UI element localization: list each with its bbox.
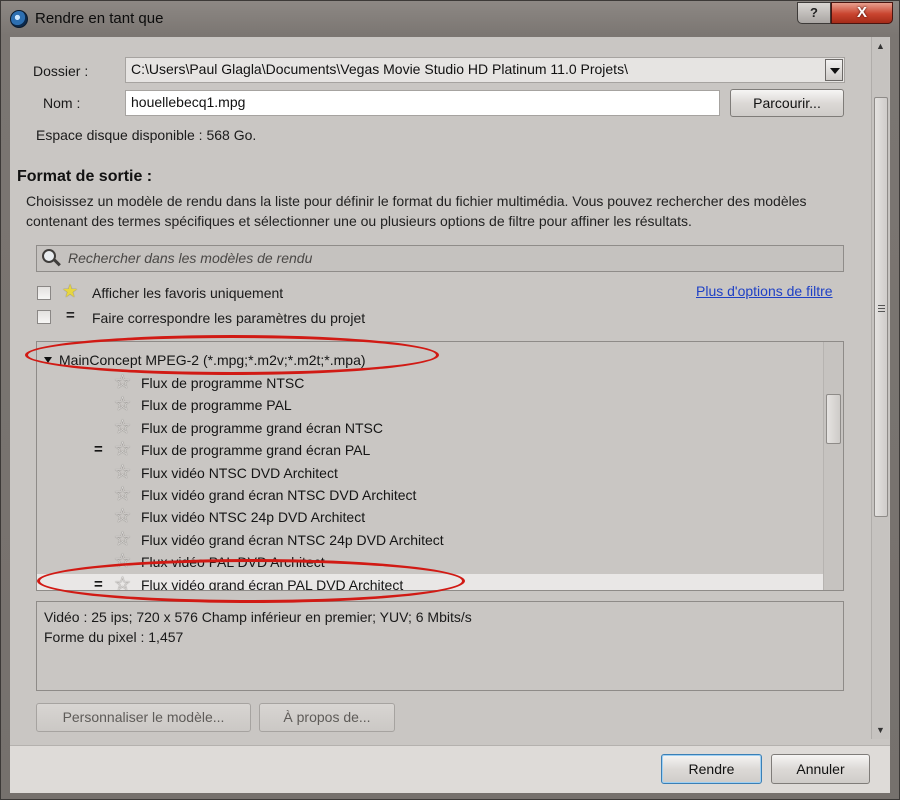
equals-icon: = xyxy=(66,307,75,324)
tree-item-label: Flux de programme grand écran NTSC xyxy=(141,419,383,436)
chevron-down-icon xyxy=(830,68,840,74)
template-details-panel: Vidéo : 25 ips; 720 x 576 Champ inférieu… xyxy=(36,601,844,691)
tree-item-label: Flux vidéo grand écran NTSC DVD Architec… xyxy=(141,487,417,503)
tree-scroll-thumb[interactable] xyxy=(826,394,841,444)
tree-item[interactable]: ☆ Flux de programme grand écran NTSC xyxy=(37,417,823,439)
button-bar: Rendre Annuler xyxy=(10,745,890,793)
details-video-line: Vidéo : 25 ips; 720 x 576 Champ inférieu… xyxy=(44,609,472,625)
tree-item[interactable]: ☆ Flux vidéo grand écran NTSC DVD Archite… xyxy=(37,484,823,506)
output-format-title: Format de sortie : xyxy=(17,168,153,185)
output-format-description: Choisissez un modèle de rendu dans la li… xyxy=(26,193,807,229)
favorites-only-checkbox[interactable] xyxy=(37,286,51,300)
template-search-input[interactable]: Rechercher dans les modèles de rendu xyxy=(36,245,844,272)
star-icon[interactable]: ☆ xyxy=(114,394,131,416)
star-icon[interactable]: ☆ xyxy=(114,462,131,484)
name-input[interactable]: houellebecq1.mpg xyxy=(125,90,720,116)
disk-space-text: Espace disque disponible : 568 Go. xyxy=(36,127,257,143)
tree-item[interactable]: ☆ Flux de programme NTSC xyxy=(37,372,823,394)
star-icon[interactable]: ☆ xyxy=(114,506,131,528)
window-title: Rendre en tant que xyxy=(35,10,164,27)
tree-item[interactable]: ☆ Flux vidéo NTSC DVD Architect xyxy=(37,462,823,484)
more-filters-link[interactable]: Plus d'options de filtre xyxy=(696,283,833,299)
annotation-ellipse-selected xyxy=(37,559,465,603)
tree-item[interactable]: ☆ Flux vidéo grand écran NTSC 24p DVD Arc… xyxy=(37,529,823,551)
about-button[interactable]: À propos de... xyxy=(259,703,395,732)
folder-value: C:\Users\Paul Glagla\Documents\Vegas Mov… xyxy=(131,61,628,77)
details-pixel-line: Forme du pixel : 1,457 xyxy=(44,629,184,645)
scroll-down-icon[interactable]: ▼ xyxy=(876,725,885,735)
browse-button[interactable]: Parcourir... xyxy=(730,89,844,117)
help-button[interactable]: ? xyxy=(797,2,831,24)
folder-label: Dossier : xyxy=(33,63,89,79)
star-icon[interactable]: ☆ xyxy=(114,417,131,439)
tree-item-label: Flux vidéo NTSC 24p DVD Architect xyxy=(141,509,366,526)
star-icon[interactable]: ☆ xyxy=(114,484,131,506)
dialog-window: Rendre en tant que ? X Dossier : C:\User… xyxy=(0,0,900,800)
match-project-checkbox[interactable] xyxy=(37,310,51,324)
name-label: Nom : xyxy=(43,95,81,111)
title-bar[interactable]: Rendre en tant que ? X xyxy=(1,1,900,35)
render-button[interactable]: Rendre xyxy=(661,754,762,784)
match-project-label: Faire correspondre les paramètres du pro… xyxy=(92,310,366,326)
dialog-content: Dossier : C:\Users\Paul Glagla\Documents… xyxy=(10,37,890,745)
favorite-star-icon: ★ xyxy=(62,281,79,301)
template-tree[interactable]: MainConcept MPEG-2 (*.mpg;*.m2v;*.m2t;*.… xyxy=(36,341,844,591)
tree-item[interactable]: ☆ Flux vidéo NTSC 24p DVD Architect xyxy=(37,506,823,528)
tree-item-label: Flux de programme NTSC xyxy=(141,375,305,391)
tree-item-label: Flux vidéo grand écran NTSC 24p DVD Arch… xyxy=(141,531,444,548)
customize-template-button[interactable]: Personnaliser le modèle... xyxy=(36,703,251,732)
tree-item[interactable]: ☆ Flux de programme PAL xyxy=(37,394,823,416)
scroll-up-icon[interactable]: ▲ xyxy=(876,41,885,51)
favorites-only-label: Afficher les favoris uniquement xyxy=(92,285,284,301)
cancel-button[interactable]: Annuler xyxy=(771,754,870,784)
tree-item-label: Flux de programme grand écran PAL xyxy=(141,442,371,459)
app-icon xyxy=(10,10,28,28)
star-icon[interactable]: ☆ xyxy=(114,372,131,394)
tree-item-label: Flux vidéo NTSC DVD Architect xyxy=(141,464,338,481)
dialog-scrollbar[interactable]: ▲ ▼ xyxy=(871,37,889,739)
star-icon[interactable]: ☆ xyxy=(114,439,131,461)
tree-item[interactable]: = ☆ Flux de programme grand écran PAL xyxy=(37,439,823,461)
tree-item-label: Flux de programme PAL xyxy=(141,397,292,414)
folder-dropdown-button[interactable] xyxy=(825,59,843,81)
close-button[interactable]: X xyxy=(831,2,893,24)
dialog-scroll-thumb[interactable] xyxy=(874,97,888,517)
tree-scrollbar[interactable] xyxy=(823,342,843,590)
project-match-indicator: = xyxy=(94,441,103,459)
star-icon[interactable]: ☆ xyxy=(114,529,131,551)
annotation-ellipse-group xyxy=(25,335,439,375)
folder-combo[interactable]: C:\Users\Paul Glagla\Documents\Vegas Mov… xyxy=(125,57,845,83)
search-placeholder: Rechercher dans les modèles de rendu xyxy=(68,250,313,266)
